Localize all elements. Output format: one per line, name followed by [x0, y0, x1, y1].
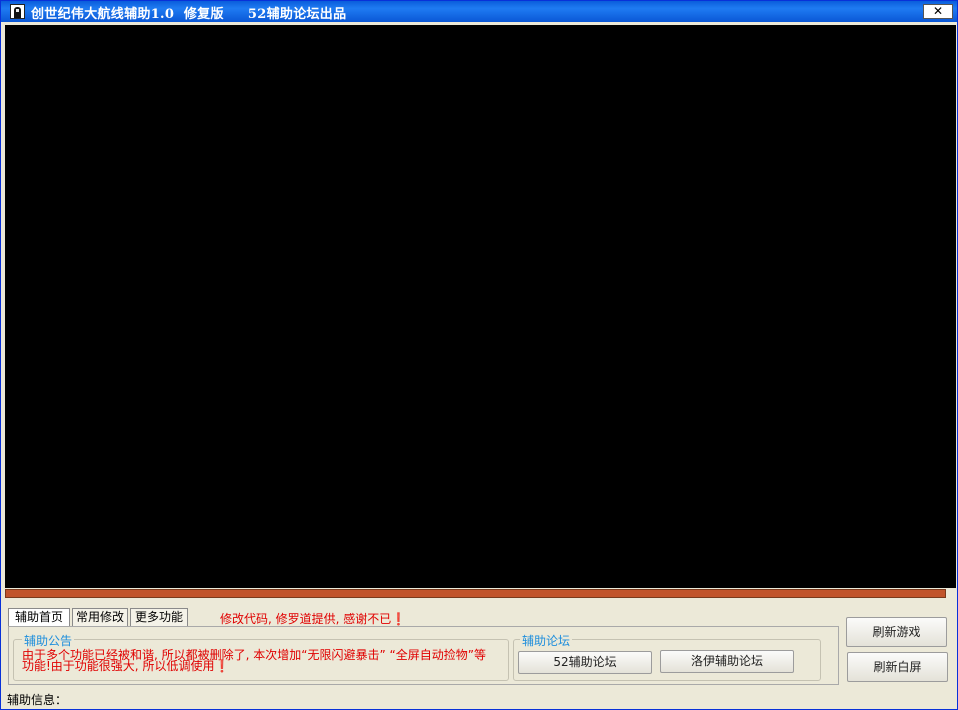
credits-notice: 修改代码, 修罗道提供, 感谢不已❗ — [220, 612, 407, 626]
title-bar[interactable]: 创世纪伟大航线辅助1.0 修复版 52辅助论坛出品 ✕ — [1, 1, 957, 22]
tab-common-mods[interactable]: 常用修改 — [72, 608, 128, 626]
window-title: 创世纪伟大航线辅助1.0 修复版 52辅助论坛出品 — [31, 7, 347, 22]
forum-52-button[interactable]: 52辅助论坛 — [518, 651, 652, 674]
loading-progress-fill — [6, 590, 945, 597]
game-viewport[interactable] — [5, 25, 956, 588]
forum-luoyi-button[interactable]: 洛伊辅助论坛 — [660, 650, 794, 673]
refresh-blank-screen-button[interactable]: 刷新白屏 — [847, 652, 948, 682]
refresh-game-button[interactable]: 刷新游戏 — [846, 617, 947, 647]
tab-panel-home: 辅助公告 由于多个功能已经被和谐, 所以都被删除了, 本次增加“无限闪避暴击” … — [8, 626, 839, 685]
status-label: 辅助信息： — [7, 693, 68, 707]
loading-progress-bar — [5, 589, 946, 598]
announcement-group: 辅助公告 由于多个功能已经被和谐, 所以都被删除了, 本次增加“无限闪避暴击” … — [13, 632, 509, 681]
announcement-text: 由于多个功能已经被和谐, 所以都被删除了, 本次增加“无限闪避暴击” “全屏自动… — [22, 648, 486, 673]
announcement-title: 辅助公告 — [22, 632, 75, 649]
close-button[interactable]: ✕ — [923, 4, 953, 19]
app-window: 创世纪伟大航线辅助1.0 修复版 52辅助论坛出品 ✕ 辅助首页 常用修改 更多… — [0, 0, 958, 710]
status-bar: 辅助信息： — [5, 688, 955, 708]
tab-home[interactable]: 辅助首页 — [8, 608, 70, 626]
forum-group: 辅助论坛 52辅助论坛 洛伊辅助论坛 — [513, 632, 821, 681]
tab-more-features[interactable]: 更多功能 — [130, 608, 188, 626]
forum-title: 辅助论坛 — [520, 632, 573, 649]
app-logo-icon — [10, 4, 25, 19]
